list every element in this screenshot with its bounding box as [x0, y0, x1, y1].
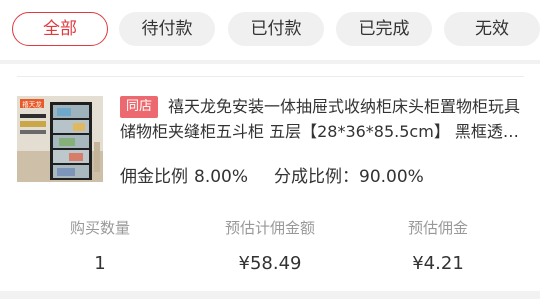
estimated-commission-label: 预估佣金 — [407, 219, 468, 237]
product-thumbnail[interactable]: 禧天龙 — [17, 96, 103, 182]
commission-rate-label: 佣金比例 — [120, 167, 188, 187]
product-title[interactable]: 禧天龙免安装一体抽屉式收纳柜床头柜置物柜玩具储物柜夹缝柜五斗柜 五层【28*36… — [120, 94, 530, 144]
brand-logo-text: 禧天龙 — [22, 100, 42, 109]
tab-paid[interactable]: 已付款 — [228, 12, 324, 46]
quantity-value: 1 — [94, 253, 106, 274]
divider — [17, 76, 524, 77]
quantity-label: 购买数量 — [69, 219, 130, 237]
store-badge: 同店 — [120, 96, 159, 118]
tab-completed[interactable]: 已完成 — [336, 12, 432, 46]
rate-row: 佣金比例 8.00% 分成比例：90.00% — [120, 162, 430, 187]
commission-rate-value: 8.00% — [194, 167, 249, 187]
order-card[interactable]: 禧天龙 禧天龙免安装一体抽屉式收纳柜床头柜置物柜玩具储物柜夹缝柜五斗柜 五层【2… — [0, 64, 540, 291]
estimated-commission-base-label: 预估计佣金额 — [224, 219, 315, 237]
estimated-commission-base-value: ¥58.49 — [238, 253, 302, 274]
tab-invalid[interactable]: 无效 — [444, 12, 540, 46]
estimated-commission-value: ¥4.21 — [412, 253, 464, 274]
share-rate-value: 90.00% — [359, 167, 424, 187]
tab-all[interactable]: 全部 — [12, 12, 108, 46]
status-tab-bar: 全部 待付款 已付款 已完成 无效 — [0, 0, 540, 60]
product-image: 禧天龙 — [17, 96, 103, 182]
share-rate-label: 分成比例： — [274, 167, 360, 187]
tab-pending-payment[interactable]: 待付款 — [119, 12, 215, 46]
